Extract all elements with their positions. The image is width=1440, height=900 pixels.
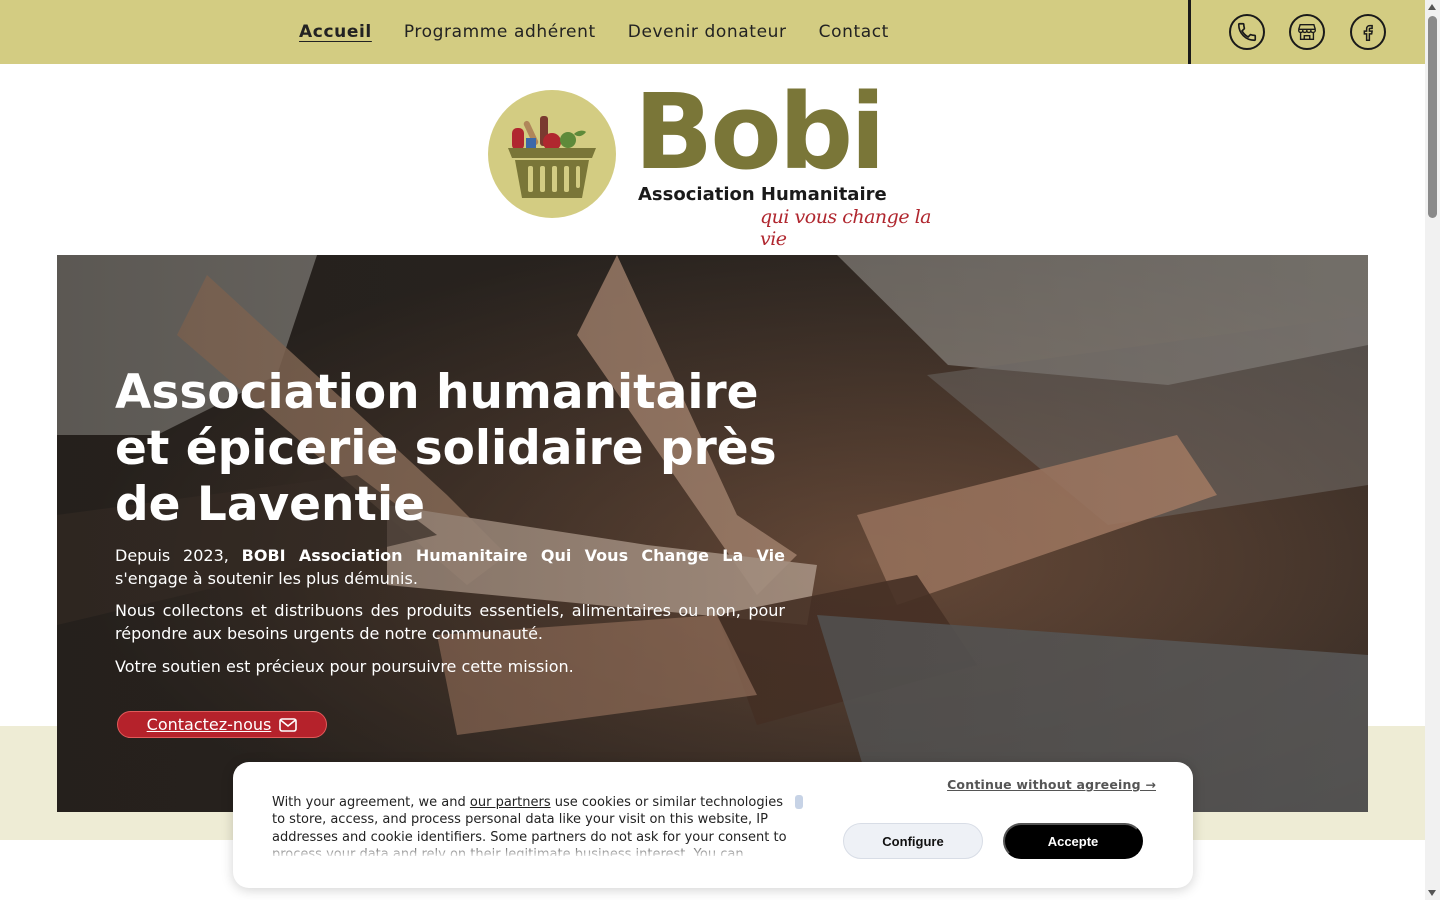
top-nav-bar: Accueil Programme adhérent Devenir donat… [0,0,1425,64]
site-logo[interactable]: Bobi Association Humanitaire qui vous ch… [486,80,946,250]
cookie-consent-banner: With your agreement, we and our partners… [233,762,1193,888]
partners-link[interactable]: our partners [470,795,551,810]
cookie-text-scroll-handle[interactable] [795,795,803,809]
accept-button[interactable]: Accepte [1003,823,1143,859]
contact-button[interactable]: Contactez-nous [117,711,327,738]
continue-without-agreeing-link[interactable]: Continue without agreeing → [947,777,1156,792]
phone-icon [1237,22,1257,42]
store-icon [1298,23,1316,41]
logo-wordmark: Bobi [634,71,886,193]
hero-section: Association humanitaire et épicerie soli… [57,255,1368,812]
facebook-button[interactable] [1350,14,1386,50]
nav-item-programme-adherent[interactable]: Programme adhérent [404,22,596,42]
scrollbar-thumb[interactable] [1428,16,1437,218]
page-scrollbar[interactable] [1425,0,1440,900]
contact-button-label: Contactez-nous [146,715,272,734]
basket-icon [508,116,596,198]
hero-paragraph-3: Votre soutien est précieux pour poursuiv… [115,657,574,676]
nav-item-accueil[interactable]: Accueil [299,22,372,42]
configure-button[interactable]: Configure [843,823,983,859]
hero-paragraph-1-suffix: s'engage à soutenir les plus démunis. [115,569,418,588]
cookie-text-prefix: With your agreement, we and [272,795,466,810]
logo-basket-emblem [488,90,616,218]
nav-item-devenir-donateur[interactable]: Devenir donateur [628,22,787,42]
nav-item-contact[interactable]: Contact [819,22,889,42]
phone-button[interactable] [1229,14,1265,50]
scroll-down-arrow-icon[interactable] [1428,890,1436,896]
main-nav: Accueil Programme adhérent Devenir donat… [0,0,1188,64]
scroll-up-arrow-icon[interactable] [1428,4,1436,10]
envelope-icon [279,717,298,732]
hero-paragraph-1-bold: BOBI Association Humanitaire Qui Vous Ch… [241,546,785,565]
hero-paragraph-1-prefix: Depuis 2023, [115,546,229,565]
logo-tagline: qui vous change la vie [760,206,932,250]
logo-subtitle: Association Humanitaire [638,184,887,205]
store-button[interactable] [1289,14,1325,50]
hero-title: Association humanitaire et épicerie soli… [115,365,777,532]
nav-divider [1188,0,1191,64]
hero-paragraph-1: Depuis 2023, BOBI Association Humanitair… [115,544,785,590]
facebook-icon [1363,24,1373,41]
cookie-text-fade [272,842,792,858]
hero-paragraph-2: Nous collectons et distribuons des produ… [115,601,785,643]
